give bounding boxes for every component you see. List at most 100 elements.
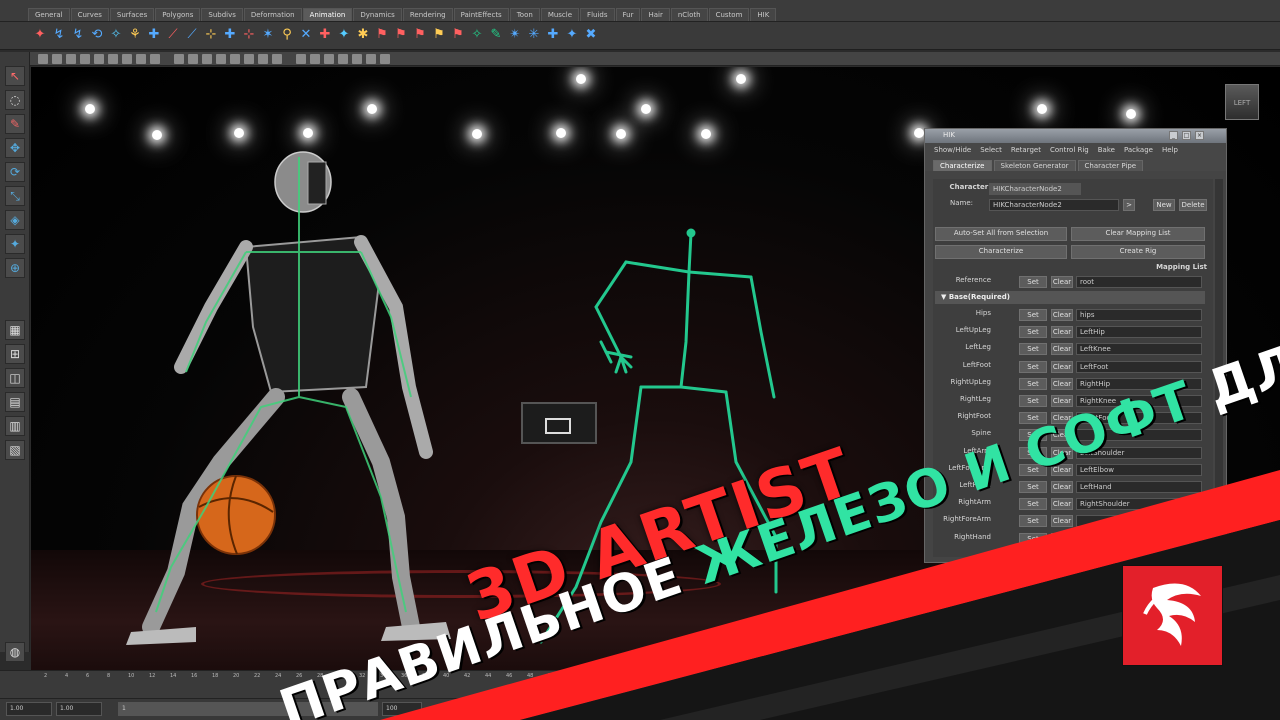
viewport-toolbar-icon[interactable] [202,54,212,64]
paint-select-tool-icon[interactable]: ✎ [5,114,25,134]
mapping-clear-button[interactable]: Clear [1051,498,1073,511]
mapping-set-button[interactable]: Set [1019,343,1047,356]
shelf-tool-icon[interactable]: ⚑ [393,26,409,44]
shelf-tab-custom[interactable]: Custom [708,8,750,21]
mapping-field[interactable]: LeftHip [1076,326,1202,339]
show-manipulator-icon[interactable]: ⊕ [5,258,25,278]
shelf-tab-painteffects[interactable]: PaintEffects [453,8,509,21]
viewport-toolbar-icon[interactable] [136,54,146,64]
shelf-tab-toon[interactable]: Toon [509,8,540,21]
hik-menu-item[interactable]: Bake [1098,146,1115,154]
shelf-tab-ncloth[interactable]: nCloth [670,8,708,21]
viewport-toolbar-icon[interactable] [52,54,62,64]
shelf-tab-muscle[interactable]: Muscle [540,8,580,21]
mapping-field[interactable]: LeftFoot [1076,360,1202,373]
layout-four-icon[interactable]: ⊞ [5,344,25,364]
shelf-tool-icon[interactable]: ⟋ [165,26,181,44]
viewport-toolbar-icon[interactable] [94,54,104,64]
mapping-set-button[interactable]: Set [1019,498,1047,511]
layout-graph-icon[interactable]: ▤ [5,392,25,412]
shelf-tool-icon[interactable]: ✦ [564,26,580,44]
robot-character[interactable] [126,151,451,645]
mapping-set-button[interactable]: Set [1019,412,1047,425]
viewport-toolbar-icon[interactable] [66,54,76,64]
base-required-section[interactable]: ▼ Base(Required) [935,291,1205,304]
viewport-toolbar-icon[interactable] [352,54,362,64]
mapping-clear-button[interactable]: Clear [1051,429,1073,442]
viewport-toolbar-icon[interactable] [366,54,376,64]
shelf-tool-icon[interactable]: ⟋ [184,26,200,44]
shelf-tool-icon[interactable]: ✚ [545,26,561,44]
mapping-field[interactable] [1076,429,1202,442]
mapping-clear-button[interactable]: Clear [1051,412,1073,425]
shelf-tab-animation[interactable]: Animation [302,8,353,21]
shelf-tool-icon[interactable]: ⚲ [279,26,295,44]
viewport-toolbar-icon[interactable] [188,54,198,64]
shelf-tool-icon[interactable]: ✱ [355,26,371,44]
mapping-field[interactable]: RightFoot [1076,412,1202,425]
hik-titlebar[interactable]: HIK _ □ × [925,129,1226,143]
shelf-tab-subdivs[interactable]: Subdivs [201,8,243,21]
viewport-toolbar-icon[interactable] [272,54,282,64]
viewport-toolbar-icon[interactable] [122,54,132,64]
shelf-tab-fluids[interactable]: Fluids [580,8,615,21]
range-bar[interactable]: 1 [118,702,378,716]
shelf-tab-fur[interactable]: Fur [615,8,641,21]
manipulator-tool-icon[interactable]: ◈ [5,210,25,230]
reference-field[interactable]: root [1076,276,1202,288]
mapping-field[interactable]: LeftElbow [1076,463,1202,476]
shelf-tool-icon[interactable]: ✧ [469,26,485,44]
mapping-set-button[interactable]: Set [1019,532,1047,545]
mapping-clear-button[interactable]: Clear [1051,532,1073,545]
hik-tab[interactable]: Character Pipe [1077,160,1144,171]
clear-mapping-button[interactable]: Clear Mapping List [1071,227,1205,241]
shelf-tab-dynamics[interactable]: Dynamics [353,8,402,21]
hik-tab[interactable]: Characterize [933,160,992,171]
layout-outliner-icon[interactable]: ▥ [5,416,25,436]
shelf-tool-icon[interactable]: ⊹ [241,26,257,44]
mapping-set-button[interactable]: Set [1019,326,1047,339]
mapping-field[interactable] [1076,515,1202,528]
maximize-icon[interactable]: □ [1182,131,1191,140]
shelf-tool-icon[interactable]: ⚑ [450,26,466,44]
shelf-tool-icon[interactable]: ✎ [488,26,504,44]
view-cube[interactable]: LEFT [1225,84,1259,120]
mapping-set-button[interactable]: Set [1019,446,1047,459]
shelf-tool-icon[interactable]: ✚ [146,26,162,44]
script-editor-icon[interactable]: ◍ [5,642,25,662]
viewport-toolbar-icon[interactable] [174,54,184,64]
layout-two-icon[interactable]: ◫ [5,368,25,388]
mapping-field[interactable]: LeftShoulder [1076,446,1202,459]
mapping-set-button[interactable]: Set [1019,481,1047,493]
mapping-field[interactable] [1076,532,1202,545]
shelf-tool-icon[interactable]: ✖ [583,26,599,44]
viewport-toolbar-icon[interactable] [380,54,390,64]
hik-menu-item[interactable]: Package [1124,146,1153,154]
hik-skeleton[interactable] [539,228,778,644]
mapping-clear-button[interactable]: Clear [1051,515,1073,528]
mapping-field[interactable]: RightHip [1076,377,1202,390]
mapping-clear-button[interactable]: Clear [1051,395,1073,407]
shelf-tab-hair[interactable]: Hair [641,8,670,21]
viewport-toolbar-icon[interactable] [338,54,348,64]
viewport-toolbar-icon[interactable] [38,54,48,64]
mapping-set-button[interactable]: Set [1019,395,1047,407]
shelf-tool-icon[interactable]: ✦ [336,26,352,44]
auto-set-button[interactable]: Auto-Set All from Selection [935,227,1067,241]
name-arrow-button[interactable]: > [1123,199,1135,211]
viewport-toolbar-icon[interactable] [324,54,334,64]
viewport-toolbar-icon[interactable] [216,54,226,64]
shelf-tool-icon[interactable]: ⚑ [412,26,428,44]
shelf-tool-icon[interactable]: ✕ [298,26,314,44]
hik-menu-item[interactable]: Select [980,146,1002,154]
rotate-tool-icon[interactable]: ⟳ [5,162,25,182]
shelf-tool-icon[interactable]: ⚑ [374,26,390,44]
hik-scrollbar[interactable] [1215,179,1223,557]
viewport-toolbar-icon[interactable] [80,54,90,64]
mapping-set-button[interactable]: Set [1019,429,1047,442]
hik-menu-item[interactable]: Control Rig [1050,146,1089,154]
mapping-field[interactable]: RightShoulder [1076,498,1202,511]
characterize-button[interactable]: Characterize [935,245,1067,259]
mapping-field[interactable]: hips [1076,309,1202,321]
soft-mod-tool-icon[interactable]: ✦ [5,234,25,254]
